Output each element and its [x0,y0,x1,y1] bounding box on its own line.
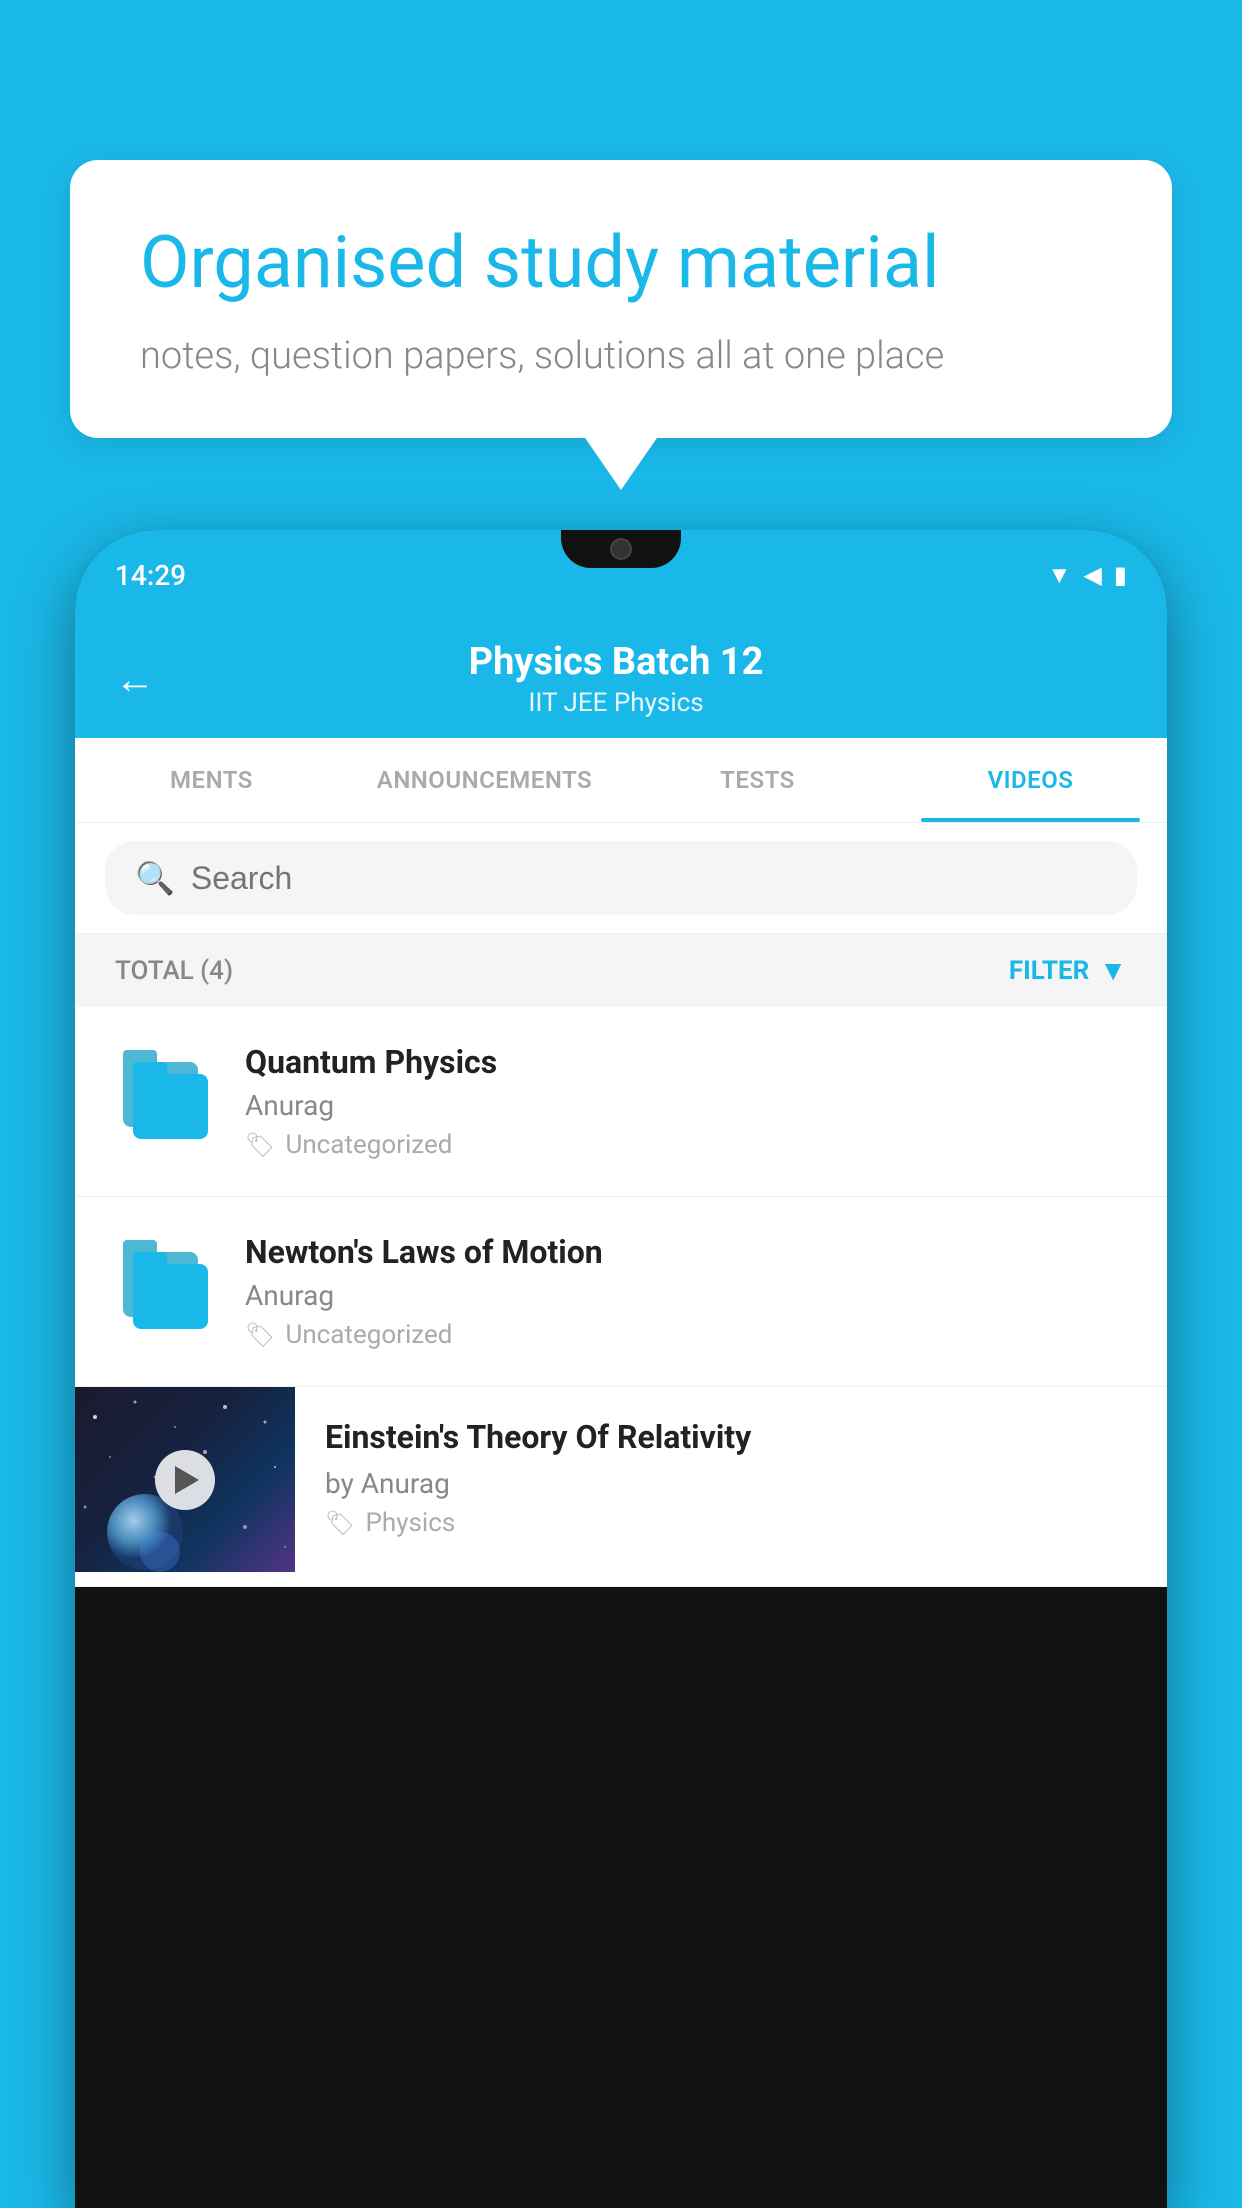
tag-icon: 🏷 [245,1131,275,1159]
video-list: Quantum Physics Anurag 🏷 Uncategorized N… [75,1007,1167,1587]
folder-thumbnail [115,1047,215,1157]
total-count: TOTAL (4) [115,956,233,986]
status-bar: 14:29 ▼ ◀ ▮ [75,530,1167,610]
tag-label: Physics [365,1508,455,1538]
search-bar: 🔍 [75,823,1167,934]
folder-icon [115,1052,215,1152]
tab-announcements[interactable]: ANNOUNCEMENTS [348,738,621,822]
play-button[interactable] [155,1450,215,1510]
video-info: Einstein's Theory Of Relativity by Anura… [295,1387,1167,1568]
filter-icon: ▼ [1099,954,1127,987]
app-header: ← Physics Batch 12 IIT JEE Physics [75,610,1167,738]
batch-title: Physics Batch 12 [185,640,1047,684]
video-author: Anurag [245,1089,1127,1122]
tab-tests[interactable]: TESTS [621,738,894,822]
play-icon [175,1466,199,1494]
signal-icon: ◀ [1083,561,1101,589]
front-camera [610,538,632,560]
tag-label: Uncategorized [285,1130,452,1160]
filter-bar: TOTAL (4) FILTER ▼ [75,934,1167,1007]
filter-button[interactable]: FILTER ▼ [1009,954,1127,987]
search-input-wrapper[interactable]: 🔍 [105,841,1137,915]
speech-bubble: Organised study material notes, question… [70,160,1172,438]
search-input[interactable] [191,860,1107,897]
video-info: Quantum Physics Anurag 🏷 Uncategorized [245,1043,1127,1160]
phone-frame: 14:29 ▼ ◀ ▮ ← Physics Batch 12 IIT JEE P… [75,530,1167,2208]
tab-videos[interactable]: VIDEOS [894,738,1167,822]
list-item[interactable]: Quantum Physics Anurag 🏷 Uncategorized [75,1007,1167,1197]
header-title-area: Physics Batch 12 IIT JEE Physics [185,640,1047,718]
video-info: Newton's Laws of Motion Anurag 🏷 Uncateg… [245,1233,1127,1350]
batch-subtitle: IIT JEE Physics [185,688,1047,718]
video-title: Newton's Laws of Motion [245,1233,1127,1271]
tag-icon: 🏷 [325,1509,355,1537]
back-button[interactable]: ← [115,656,155,703]
battery-icon: ▮ [1114,561,1127,589]
video-tag: 🏷 Uncategorized [245,1130,1127,1160]
wifi-icon: ▼ [1048,561,1072,590]
tab-bar: MENTS ANNOUNCEMENTS TESTS VIDEOS [75,738,1167,823]
video-author: Anurag [245,1279,1127,1312]
status-time: 14:29 [115,559,186,592]
filter-label: FILTER [1009,956,1089,986]
video-tag: 🏷 Physics [325,1508,1137,1538]
video-tag: 🏷 Uncategorized [245,1320,1127,1350]
video-title: Einstein's Theory Of Relativity [325,1417,1137,1459]
list-item[interactable]: Newton's Laws of Motion Anurag 🏷 Uncateg… [75,1197,1167,1387]
search-icon: 🔍 [135,859,175,897]
folder-thumbnail [115,1237,215,1347]
phone-notch [561,530,681,568]
folder-icon [115,1242,215,1342]
status-icons: ▼ ◀ ▮ [1048,561,1127,590]
bubble-subtext: notes, question papers, solutions all at… [140,334,1102,378]
list-item[interactable]: Einstein's Theory Of Relativity by Anura… [75,1387,1167,1587]
bubble-heading: Organised study material [140,220,1102,306]
video-author: by Anurag [325,1467,1137,1500]
tag-label: Uncategorized [285,1320,452,1350]
video-thumbnail [75,1387,295,1572]
video-title: Quantum Physics [245,1043,1127,1081]
tab-ments[interactable]: MENTS [75,738,348,822]
tag-icon: 🏷 [245,1321,275,1349]
